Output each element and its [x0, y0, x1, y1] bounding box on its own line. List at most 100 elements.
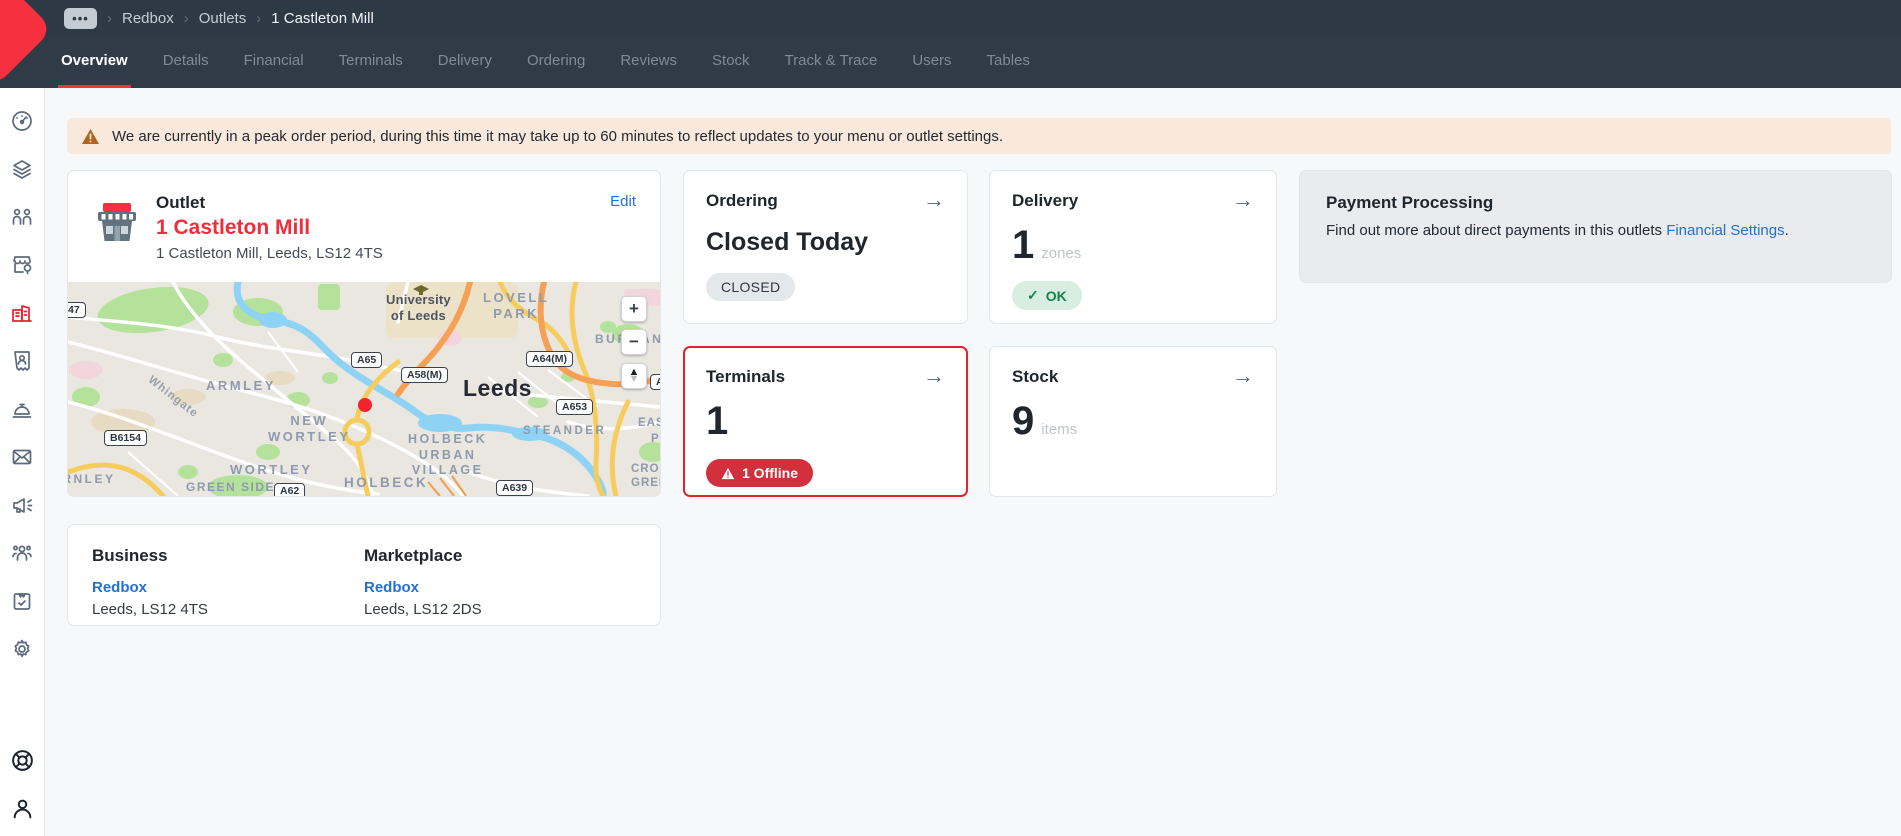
- partners-icon[interactable]: [8, 203, 36, 231]
- ordering-card-title: Ordering: [706, 191, 778, 211]
- chevron-right-icon: ›: [107, 10, 112, 27]
- outlet-card-title: Outlet: [156, 193, 383, 213]
- warning-triangle-icon: [81, 128, 100, 145]
- road-badge: A65: [351, 352, 382, 368]
- outlet-name: 1 Castleton Mill: [156, 216, 383, 240]
- service-bell-icon[interactable]: [8, 395, 36, 423]
- map-area-label: P.: [651, 432, 660, 446]
- delivery-card[interactable]: Delivery → 1zones ✓OK: [989, 170, 1277, 324]
- compass-down-icon: ▼: [629, 376, 640, 383]
- delivery-unit-label: zones: [1041, 245, 1081, 262]
- check-icon: ✓: [1027, 287, 1039, 304]
- business-marketplace-card: Business Redbox Leeds, LS12 4TS Marketpl…: [67, 524, 661, 626]
- business-link[interactable]: Redbox: [92, 579, 147, 596]
- storefront-location-icon[interactable]: [8, 251, 36, 279]
- chevron-right-icon: ›: [256, 10, 261, 27]
- tab-bar: Overview Details Financial Terminals Del…: [0, 36, 1901, 88]
- road-badge: 47: [68, 302, 86, 318]
- arrow-right-icon[interactable]: →: [1232, 191, 1254, 209]
- business-title: Business: [92, 546, 364, 566]
- tab-track-trace[interactable]: Track & Trace: [782, 36, 881, 88]
- business-address: Leeds, LS12 4TS: [92, 601, 364, 618]
- tab-financial[interactable]: Financial: [241, 36, 307, 88]
- outlets-buildings-icon[interactable]: [8, 299, 36, 327]
- tab-ordering[interactable]: Ordering: [524, 36, 588, 88]
- arrow-right-icon[interactable]: →: [923, 191, 945, 209]
- road-badge: A62: [274, 483, 305, 496]
- map-area-label: LOVELL PARK: [483, 290, 549, 323]
- breadcrumb: ••• › Redbox › Outlets › 1 Castleton Mil…: [64, 0, 374, 36]
- map-canvas[interactable]: University of Leeds LOVELL PARK BURMANTO…: [68, 282, 660, 496]
- top-navbar: ••• › Redbox › Outlets › 1 Castleton Mil…: [0, 0, 1901, 36]
- road-badge: A58(M): [401, 367, 448, 383]
- receipt-contact-icon[interactable]: [8, 347, 36, 375]
- stock-unit-label: items: [1041, 421, 1077, 438]
- payment-processing-card: Payment Processing Find out more about d…: [1299, 170, 1892, 283]
- dashboard-gauge-icon[interactable]: [8, 107, 36, 135]
- edit-outlet-link[interactable]: Edit: [610, 193, 636, 262]
- stock-count: 9: [1012, 399, 1034, 443]
- map-zoom-out-button[interactable]: −: [621, 329, 647, 355]
- map-area-label: STEANDER: [523, 424, 606, 438]
- map-area-label: FARNLEY: [68, 472, 116, 487]
- peak-period-warning-banner: We are currently in a peak order period,…: [67, 118, 1891, 154]
- terminals-card[interactable]: Terminals → 1 1 Offline: [683, 346, 968, 497]
- mail-icon[interactable]: [8, 443, 36, 471]
- map-area-label: HOLBECK: [344, 475, 428, 492]
- breadcrumb-item-current: 1 Castleton Mill: [271, 10, 374, 27]
- terminals-card-title: Terminals: [706, 367, 785, 387]
- stock-card[interactable]: Stock → 9items: [989, 346, 1277, 497]
- marketplace-link[interactable]: Redbox: [364, 579, 419, 596]
- layers-icon[interactable]: [8, 155, 36, 183]
- road-badge: B6154: [104, 430, 147, 446]
- map-zoom-in-button[interactable]: +: [621, 296, 647, 322]
- tasks-clipboard-icon[interactable]: [8, 587, 36, 615]
- road-badge: A6: [650, 374, 660, 390]
- tab-tables[interactable]: Tables: [984, 36, 1033, 88]
- terminals-offline-badge: 1 Offline: [706, 459, 813, 487]
- tab-delivery[interactable]: Delivery: [435, 36, 495, 88]
- ordering-card[interactable]: Ordering → Closed Today CLOSED: [683, 170, 968, 324]
- breadcrumb-item-outlets[interactable]: Outlets: [199, 10, 247, 27]
- road-badge: A64(M): [526, 351, 573, 367]
- team-icon[interactable]: [8, 539, 36, 567]
- map-area-label: University of Leeds: [386, 292, 451, 325]
- megaphone-icon[interactable]: [8, 491, 36, 519]
- map-compass-button[interactable]: ▲ ▼: [621, 363, 647, 389]
- payment-card-title: Payment Processing: [1326, 193, 1865, 213]
- delivery-card-title: Delivery: [1012, 191, 1078, 211]
- tab-users[interactable]: Users: [909, 36, 954, 88]
- sidebar-nav: [0, 88, 45, 836]
- ordering-status-badge: CLOSED: [706, 273, 795, 301]
- delivery-status-badge: ✓OK: [1012, 281, 1082, 310]
- warning-triangle-icon: [721, 467, 735, 480]
- tab-overview[interactable]: Overview: [58, 36, 131, 88]
- arrow-right-icon[interactable]: →: [923, 367, 945, 385]
- tab-reviews[interactable]: Reviews: [617, 36, 680, 88]
- marketplace-address: Leeds, LS12 2DS: [364, 601, 636, 618]
- map-location-marker: [358, 398, 372, 412]
- outlet-address: 1 Castleton Mill, Leeds, LS12 4TS: [156, 245, 383, 262]
- road-badge: A653: [556, 399, 593, 415]
- map-city-label: Leeds: [463, 374, 532, 403]
- banner-text: We are currently in a peak order period,…: [112, 128, 1003, 145]
- main-content: We are currently in a peak order period,…: [45, 88, 1901, 836]
- settings-gear-icon[interactable]: [8, 635, 36, 663]
- breadcrumb-item-redbox[interactable]: Redbox: [122, 10, 174, 27]
- financial-settings-link[interactable]: Financial Settings: [1666, 222, 1784, 239]
- tab-stock[interactable]: Stock: [709, 36, 753, 88]
- account-person-icon[interactable]: [8, 794, 36, 822]
- outlet-card: Outlet 1 Castleton Mill 1 Castleton Mill…: [67, 170, 661, 497]
- map-area-label: NEW WORTLEY: [268, 413, 351, 446]
- map-area-label: GREEN SIDE: [186, 480, 275, 495]
- tab-terminals[interactable]: Terminals: [336, 36, 406, 88]
- breadcrumb-menu-button[interactable]: •••: [64, 8, 97, 29]
- terminals-count: 1: [706, 399, 728, 443]
- map-area-label: WORTLEY: [230, 462, 313, 478]
- tab-details[interactable]: Details: [160, 36, 212, 88]
- map-area-label: ARMLEY: [206, 378, 276, 394]
- map-area-label: EAS: [638, 416, 660, 430]
- chevron-right-icon: ›: [184, 10, 189, 27]
- help-lifebuoy-icon[interactable]: [8, 746, 36, 774]
- arrow-right-icon[interactable]: →: [1232, 367, 1254, 385]
